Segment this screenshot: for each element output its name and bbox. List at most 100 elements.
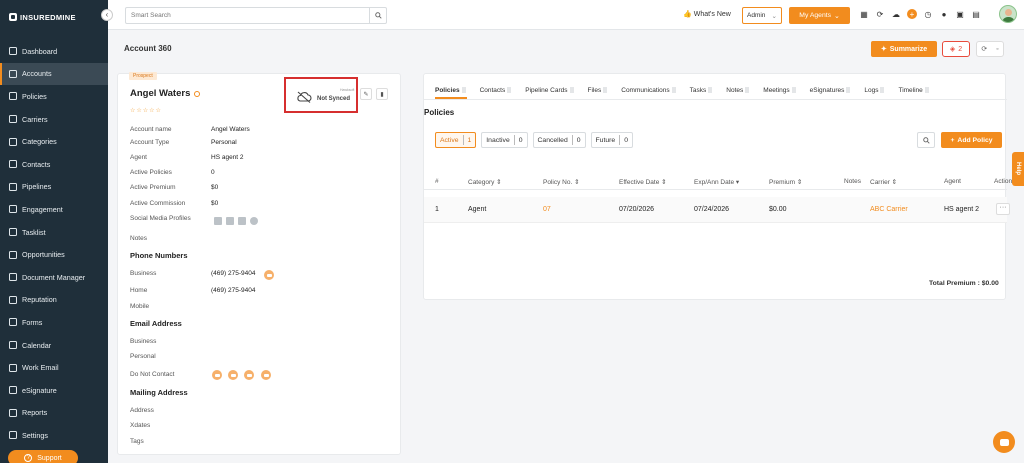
bell-icon[interactable]: ●: [939, 9, 949, 19]
sidebar-item-policies[interactable]: Policies: [0, 85, 108, 108]
sync-status-highlight: Hawksoft Not Synced: [284, 77, 358, 113]
sidebar-item-carriers[interactable]: Carriers: [0, 108, 108, 131]
row-policy-no-link[interactable]: 07: [543, 206, 551, 213]
hand-icon: 👍: [683, 11, 692, 18]
whats-new-link[interactable]: 👍 What's New: [683, 10, 731, 19]
sidebar-item-dashboard[interactable]: Dashboard: [0, 40, 108, 63]
refresh-button[interactable]: ⟳ ◦: [976, 41, 1004, 57]
role-select[interactable]: Admin ⌄: [742, 7, 782, 24]
sidebar-item-label: Contacts: [22, 159, 51, 169]
my-agents-button[interactable]: My Agents ⌄: [789, 7, 850, 24]
tab-logs[interactable]: Logs: [864, 87, 885, 99]
col-policy-no[interactable]: Policy No. ⇕: [543, 178, 580, 186]
col-premium[interactable]: Premium ⇕: [769, 178, 802, 186]
col-exp-date[interactable]: Exp/Ann Date ▾: [694, 178, 739, 186]
filter-inactive[interactable]: Inactive 0: [481, 132, 528, 148]
reputation-icon: [9, 295, 17, 304]
tab-policies[interactable]: Policies: [435, 87, 467, 99]
sidebar-item-opportunities[interactable]: Opportunities: [0, 243, 108, 266]
add-policy-label: Add Policy: [957, 136, 993, 144]
sidebar-item-contacts[interactable]: Contacts: [0, 153, 108, 176]
help-tab[interactable]: Help: [1012, 152, 1024, 186]
layers-badge-button[interactable]: ◈ 2: [942, 41, 970, 57]
col-category[interactable]: Category ⇕: [468, 178, 502, 186]
sidebar-item-tasklist[interactable]: Tasklist: [0, 221, 108, 244]
topbar-icons: ▦ ⟳ ☁ + ◷ ● ▣ ▤: [859, 9, 981, 19]
add-policy-button[interactable]: + Add Policy: [941, 132, 1002, 148]
smart-search-input[interactable]: [126, 8, 366, 23]
sidebar-item-esignature[interactable]: eSignature: [0, 379, 108, 402]
tab-files[interactable]: Files: [588, 87, 608, 99]
col-effective-date[interactable]: Effective Date ⇕: [619, 178, 667, 186]
tab-notes[interactable]: Notes: [726, 87, 750, 99]
sidebar-item-reputation[interactable]: Reputation: [0, 289, 108, 312]
email-icon[interactable]: [212, 370, 222, 380]
sidebar-collapse-button[interactable]: ‹: [101, 9, 113, 21]
clock-icon[interactable]: ◷: [923, 9, 933, 19]
sms-icon[interactable]: [264, 270, 274, 280]
sidebar-item-pipelines[interactable]: Pipelines: [0, 176, 108, 199]
app-logo[interactable]: INSUREDMINE: [9, 10, 76, 24]
search-button[interactable]: [369, 8, 386, 23]
chip-icon[interactable]: ▣: [955, 9, 965, 19]
rating-stars[interactable]: ☆☆☆☆☆: [130, 107, 162, 114]
sidebar-item-forms[interactable]: Forms: [0, 311, 108, 334]
row-carrier-link[interactable]: ABC Carrier: [870, 206, 908, 213]
sidebar-item-label: Policies: [22, 91, 47, 101]
sidebar-item-reports[interactable]: Reports: [0, 402, 108, 425]
sidebar-item-categories[interactable]: Categories: [0, 130, 108, 153]
tab-esignatures[interactable]: eSignatures: [810, 87, 851, 99]
delete-button[interactable]: ▮: [376, 88, 388, 100]
sidebar-item-work-email[interactable]: Work Email: [0, 356, 108, 379]
phone-value[interactable]: (469) 275-9404: [211, 287, 255, 294]
phone-icon[interactable]: [244, 370, 254, 380]
edit-button[interactable]: ✎: [360, 88, 372, 100]
mail-icon[interactable]: [261, 370, 271, 380]
field-label: Active Policies: [130, 169, 172, 176]
row-more-actions-button[interactable]: ···: [996, 203, 1010, 215]
tab-label: Timeline: [898, 87, 923, 94]
sidebar: INSUREDMINE Dashboard Accounts Policies Car…: [0, 0, 108, 463]
sidebar-item-accounts[interactable]: Accounts: [0, 62, 108, 86]
tab-contacts[interactable]: Contacts: [480, 87, 512, 99]
twitter-icon[interactable]: [238, 217, 246, 225]
filter-future[interactable]: Future 0: [590, 132, 633, 148]
field-label: Agent: [130, 154, 147, 161]
document-icon[interactable]: ▤: [971, 9, 981, 19]
globe-icon[interactable]: [250, 217, 258, 225]
sidebar-item-calendar[interactable]: Calendar: [0, 334, 108, 357]
col-carrier[interactable]: Carrier ⇕: [870, 178, 897, 186]
sidebar-item-document-manager[interactable]: Document Manager: [0, 266, 108, 289]
sync-status[interactable]: Hawksoft Not Synced: [296, 87, 354, 107]
policy-search-button[interactable]: [917, 132, 935, 148]
grid-icon[interactable]: ▦: [859, 9, 869, 19]
chat-button[interactable]: [993, 431, 1015, 453]
account-name-heading: Angel Waters: [130, 88, 201, 99]
tab-tasks[interactable]: Tasks: [690, 87, 713, 99]
help-label: Help: [1015, 162, 1021, 176]
filter-cancelled[interactable]: Cancelled 0: [532, 132, 586, 148]
filter-label: Inactive: [486, 136, 510, 144]
filter-active[interactable]: Active 1: [435, 132, 477, 148]
message-icon[interactable]: [228, 370, 238, 380]
tab-communications[interactable]: Communications: [621, 87, 676, 99]
tab-pipeline-cards[interactable]: Pipeline Cards: [525, 87, 574, 99]
sync-icon[interactable]: ⟳: [875, 9, 885, 19]
user-avatar[interactable]: [999, 5, 1017, 23]
linkedin-icon[interactable]: [214, 217, 222, 225]
field-label: Account name: [130, 126, 172, 133]
phone-value[interactable]: (469) 275-9404: [211, 270, 255, 277]
trash-icon: ▮: [380, 91, 384, 98]
facebook-icon[interactable]: [226, 217, 234, 225]
summarize-button[interactable]: ✦ Summarize: [871, 41, 937, 57]
question-icon: ?: [24, 454, 33, 462]
table-row[interactable]: 1 Agent 07 07/20/2026 07/24/2026 $0.00 A…: [424, 197, 1010, 223]
support-button[interactable]: ? Support: [8, 450, 78, 463]
sidebar-item-settings[interactable]: Settings: [0, 424, 108, 447]
tab-meetings[interactable]: Meetings: [763, 87, 796, 99]
email-business-label: Business: [130, 338, 157, 345]
plus-icon[interactable]: +: [907, 9, 917, 19]
cloud-icon[interactable]: ☁: [891, 9, 901, 19]
sidebar-item-engagement[interactable]: Engagement: [0, 198, 108, 221]
tab-timeline[interactable]: Timeline: [898, 87, 929, 99]
